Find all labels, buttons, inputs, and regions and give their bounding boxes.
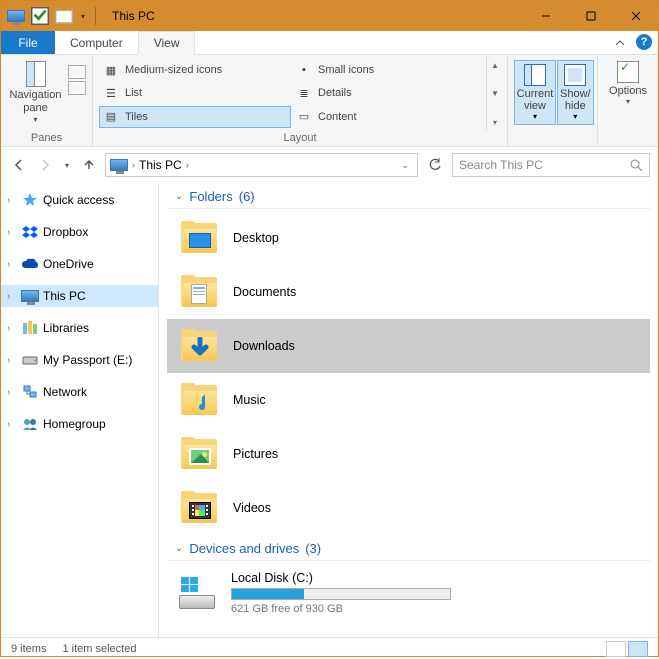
dropbox-icon bbox=[21, 224, 39, 240]
layout-tiles[interactable]: ▤Tiles bbox=[99, 106, 291, 128]
chevron-down-icon: ⌄ bbox=[175, 191, 183, 202]
folder-icon bbox=[181, 437, 219, 471]
group-header-folders[interactable]: ⌄ Folders (6) bbox=[167, 183, 650, 209]
drive-capacity-bar bbox=[231, 588, 451, 600]
statusbar-tiles-view-button[interactable] bbox=[628, 641, 648, 657]
layout-details[interactable]: ≣Details bbox=[292, 82, 484, 104]
status-selected-count: 1 item selected bbox=[62, 643, 136, 655]
options-icon bbox=[617, 61, 639, 83]
folder-icon bbox=[181, 491, 219, 525]
tree-item-homegroup[interactable]: ›Homegroup bbox=[1, 413, 158, 435]
tree-item-passport[interactable]: ›My Passport (E:) bbox=[1, 349, 158, 371]
tab-computer[interactable]: Computer bbox=[55, 31, 138, 54]
statusbar-details-view-button[interactable] bbox=[606, 641, 626, 657]
help-icon[interactable]: ? bbox=[636, 34, 652, 50]
folder-icon bbox=[181, 275, 219, 309]
search-input[interactable]: Search This PC bbox=[452, 153, 650, 177]
drive-free-text: 621 GB free of 930 GB bbox=[231, 603, 638, 615]
star-icon bbox=[21, 192, 39, 208]
navigation-tree: ›Quick access ›Dropbox ›OneDrive ›This P… bbox=[1, 183, 159, 637]
qat-thispc-icon[interactable] bbox=[5, 5, 27, 27]
tree-item-thispc[interactable]: ›This PC bbox=[1, 285, 158, 307]
breadcrumb-thispc[interactable]: This PC bbox=[139, 158, 182, 172]
thispc-icon bbox=[21, 288, 39, 304]
navigation-pane-icon bbox=[26, 61, 46, 87]
layout-scroll-up-icon[interactable]: ▲ bbox=[489, 59, 501, 71]
tree-item-network[interactable]: ›Network bbox=[1, 381, 158, 403]
close-button[interactable] bbox=[613, 2, 658, 31]
navigation-pane-button[interactable]: Navigation pane ▾ bbox=[8, 61, 64, 124]
layout-more-icon[interactable]: ▾ bbox=[489, 116, 501, 128]
title-bar: ▾ This PC bbox=[1, 1, 658, 31]
content-pane: ⌄ Folders (6) Desktop Documents Download… bbox=[159, 183, 658, 637]
chevron-down-icon: ⌄ bbox=[175, 543, 183, 554]
minimize-button[interactable] bbox=[523, 2, 568, 31]
search-icon bbox=[630, 159, 643, 172]
tree-item-quickaccess[interactable]: ›Quick access bbox=[1, 189, 158, 211]
ribbon-collapse-icon[interactable] bbox=[610, 33, 630, 53]
search-placeholder: Search This PC bbox=[459, 158, 543, 172]
address-field[interactable]: › This PC › ⌄ bbox=[105, 153, 418, 177]
libraries-icon bbox=[21, 320, 39, 336]
tree-item-onedrive[interactable]: ›OneDrive bbox=[1, 253, 158, 275]
folder-icon bbox=[181, 329, 219, 363]
current-view-button[interactable]: Current view ▾ bbox=[514, 60, 556, 125]
homegroup-icon bbox=[21, 416, 39, 432]
folder-downloads[interactable]: Downloads bbox=[167, 319, 650, 373]
address-history-dropdown[interactable]: ⌄ bbox=[397, 160, 413, 171]
breadcrumb-chevron-icon[interactable]: › bbox=[186, 160, 189, 170]
folder-music[interactable]: Music bbox=[167, 373, 650, 427]
drive-name: Local Disk (C:) bbox=[231, 571, 638, 585]
ribbon: Navigation pane ▾ Panes ▦Medium-sized ic… bbox=[1, 55, 658, 147]
group-header-drives[interactable]: ⌄ Devices and drives (3) bbox=[167, 535, 650, 561]
nav-up-button[interactable] bbox=[79, 155, 99, 175]
nav-forward-button[interactable] bbox=[35, 155, 55, 175]
drive-icon bbox=[179, 577, 217, 609]
layout-list[interactable]: ☰List bbox=[99, 82, 291, 104]
status-item-count: 9 items bbox=[11, 643, 46, 655]
window-title: This PC bbox=[112, 9, 155, 23]
qat-dropdown-icon[interactable]: ▾ bbox=[77, 5, 89, 27]
drive-local-c[interactable]: Local Disk (C:) 621 GB free of 930 GB bbox=[167, 563, 650, 623]
external-drive-icon bbox=[21, 352, 39, 368]
status-bar: 9 items 1 item selected bbox=[1, 637, 658, 659]
options-button[interactable]: Options ▾ bbox=[609, 61, 647, 106]
qat-properties-icon[interactable] bbox=[29, 5, 51, 27]
folder-icon bbox=[181, 383, 219, 417]
folder-icon bbox=[181, 221, 219, 255]
layout-medium-icons[interactable]: ▦Medium-sized icons bbox=[99, 59, 291, 81]
folder-desktop[interactable]: Desktop bbox=[167, 211, 650, 265]
address-bar: ▾ › This PC › ⌄ Search This PC bbox=[1, 147, 658, 183]
address-thispc-icon bbox=[110, 159, 128, 171]
tab-view[interactable]: View bbox=[138, 31, 196, 55]
folder-videos[interactable]: Videos bbox=[167, 481, 650, 535]
nav-back-button[interactable] bbox=[9, 155, 29, 175]
network-icon bbox=[21, 384, 39, 400]
details-pane-button[interactable] bbox=[68, 81, 86, 95]
folder-documents[interactable]: Documents bbox=[167, 265, 650, 319]
qat-newfolder-icon[interactable] bbox=[53, 5, 75, 27]
show-hide-icon bbox=[564, 64, 586, 86]
maximize-button[interactable] bbox=[568, 2, 613, 31]
onedrive-icon bbox=[21, 256, 39, 272]
ribbon-tab-strip: File Computer View ? bbox=[1, 31, 658, 55]
current-view-icon bbox=[524, 64, 546, 86]
tree-item-libraries[interactable]: ›Libraries bbox=[1, 317, 158, 339]
tab-file[interactable]: File bbox=[1, 31, 55, 54]
folder-pictures[interactable]: Pictures bbox=[167, 427, 650, 481]
layout-content[interactable]: ▭Content bbox=[292, 106, 484, 128]
preview-pane-button[interactable] bbox=[68, 65, 86, 79]
nav-recent-dropdown[interactable]: ▾ bbox=[61, 155, 73, 175]
breadcrumb-chevron-icon[interactable]: › bbox=[132, 160, 135, 170]
show-hide-button[interactable]: Show/ hide ▾ bbox=[557, 60, 594, 125]
tree-item-dropbox[interactable]: ›Dropbox bbox=[1, 221, 158, 243]
refresh-button[interactable] bbox=[424, 154, 446, 176]
layout-small-icons[interactable]: ▪Small icons bbox=[292, 59, 484, 81]
layout-scroll-down-icon[interactable]: ▼ bbox=[489, 88, 501, 100]
